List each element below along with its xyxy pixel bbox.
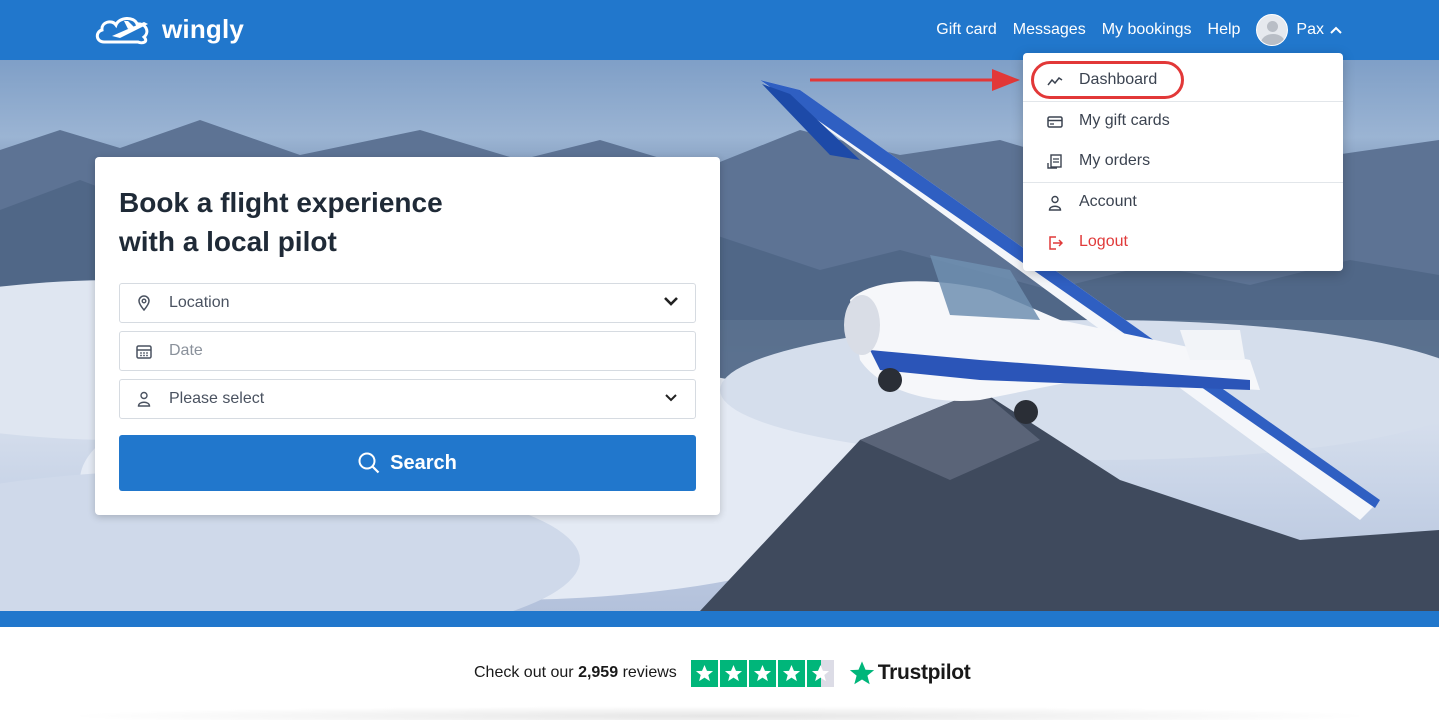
nav-gift-card[interactable]: Gift card — [936, 21, 996, 39]
reviews-suffix: reviews — [622, 664, 677, 681]
star-rating — [690, 659, 836, 687]
annotation-highlight-circle — [1031, 61, 1184, 99]
menu-label-my-gift-cards: My gift cards — [1079, 112, 1170, 129]
reviews-count: 2,959 — [578, 664, 619, 681]
menu-item-my-gift-cards[interactable]: My gift cards — [1023, 101, 1343, 141]
nav-my-bookings[interactable]: My bookings — [1102, 21, 1192, 39]
location-select[interactable]: Location — [119, 283, 696, 323]
section-shadow — [60, 706, 1380, 720]
menu-item-my-orders[interactable]: My orders — [1023, 141, 1343, 181]
logout-icon — [1047, 235, 1063, 251]
menu-label-logout: Logout — [1079, 233, 1128, 250]
search-button[interactable]: Search — [119, 435, 696, 491]
top-navbar: wingly Gift card Messages My bookings He… — [0, 0, 1439, 60]
map-pin-icon — [136, 295, 152, 311]
search-button-label: Search — [390, 451, 457, 474]
search-icon — [358, 452, 380, 474]
person-icon — [1047, 195, 1063, 211]
search-card: Book a flight experience with a local pi… — [95, 157, 720, 515]
star-icon — [690, 659, 718, 687]
nav-help[interactable]: Help — [1208, 21, 1241, 39]
trustpilot-star-icon — [849, 660, 874, 684]
reviews-text: Check out our 2,959 reviews — [474, 664, 677, 682]
nav-messages[interactable]: Messages — [1013, 21, 1086, 39]
half-star-icon — [806, 659, 834, 687]
menu-label-account: Account — [1079, 193, 1137, 210]
chevron-up-icon — [1330, 26, 1342, 34]
annotation-arrow-icon — [810, 69, 1020, 91]
chevron-down-icon — [665, 394, 677, 402]
chevron-down-icon — [664, 297, 678, 306]
avatar — [1256, 14, 1289, 46]
location-placeholder: Location — [169, 294, 230, 311]
card-icon — [1047, 114, 1063, 130]
menu-label-my-orders: My orders — [1079, 152, 1151, 169]
user-menu-toggle[interactable]: Pax — [1256, 14, 1342, 46]
date-placeholder: Date — [169, 342, 203, 359]
trustpilot-wordmark: Trustpilot — [877, 661, 971, 684]
passengers-select[interactable]: Please select — [119, 379, 696, 419]
cloud-plane-logo-icon — [95, 17, 149, 45]
menu-item-logout[interactable]: Logout — [1023, 222, 1343, 262]
main-nav: Gift card Messages My bookings Help Pax — [920, 14, 1342, 46]
hero-bottom-band — [0, 611, 1439, 627]
search-card-title: Book a flight experience with a local pi… — [119, 183, 539, 261]
passengers-value: Please select — [169, 390, 265, 407]
reviews-prefix: Check out our — [474, 664, 574, 681]
trustpilot-reviews[interactable]: Check out our 2,959 reviews Trustpilot — [474, 656, 971, 690]
wingly-logo[interactable]: wingly — [94, 12, 244, 46]
trustpilot-logo: Trustpilot — [848, 660, 971, 687]
star-icon — [719, 659, 747, 687]
user-name: Pax — [1296, 21, 1324, 38]
star-icon — [777, 659, 805, 687]
menu-item-account[interactable]: Account — [1023, 182, 1343, 222]
date-input[interactable]: Date — [119, 331, 696, 371]
star-icon — [748, 659, 776, 687]
calendar-icon — [136, 343, 152, 359]
logo-text: wingly — [162, 13, 245, 44]
person-icon — [136, 391, 152, 407]
receipt-icon — [1047, 154, 1063, 170]
title-line-1: Book a flight experience — [119, 187, 443, 218]
title-line-2: with a local pilot — [119, 226, 337, 257]
